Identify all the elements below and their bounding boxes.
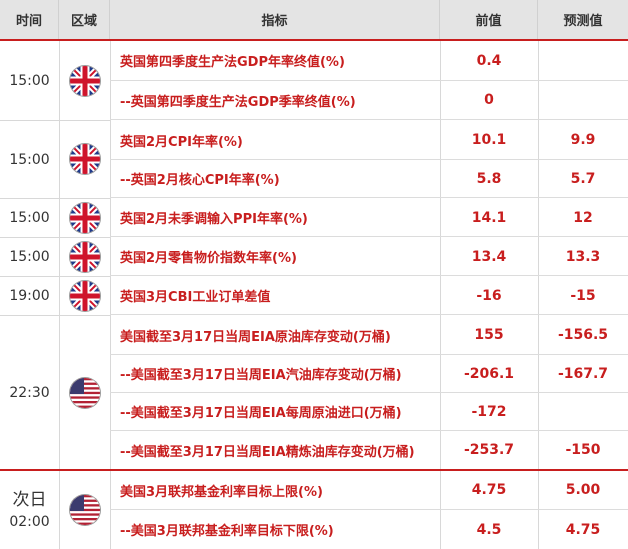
forecast-value: 9.9 bbox=[570, 132, 596, 148]
indicator-name: --美国截至3月17日当周EIA精炼油库存变动(万桶) bbox=[120, 444, 415, 460]
previous-value: 0 bbox=[484, 92, 494, 108]
table-row: 美国截至3月17日当周EIA原油库存变动(万桶) 155 -156.5 bbox=[110, 316, 628, 355]
header-indicator: 指标 bbox=[110, 0, 440, 39]
table-row: --美国截至3月17日当周EIA每周原油进口(万桶) -172 bbox=[110, 393, 628, 431]
previous-value: 4.75 bbox=[471, 482, 507, 498]
forecast-value: -15 bbox=[570, 287, 596, 304]
previous-value: 13.4 bbox=[471, 248, 507, 265]
previous-value: 0.4 bbox=[476, 52, 502, 69]
indicator-name: --美国截至3月17日当周EIA每周原油进口(万桶) bbox=[120, 406, 402, 421]
uk-flag-icon bbox=[70, 66, 100, 96]
forecast-value: 4.75 bbox=[565, 521, 601, 538]
table-row: --美国3月联邦基金利率目标下限(%) 4.5 4.75 bbox=[110, 510, 628, 549]
table-row: --美国截至3月17日当周EIA精炼油库存变动(万桶) -253.7 -150 bbox=[110, 431, 628, 469]
indicator-name: 英国2月零售物价指数年率(%) bbox=[120, 251, 297, 266]
previous-value: -253.7 bbox=[463, 442, 515, 458]
time-value: 02:00 bbox=[9, 514, 50, 530]
forecast-value bbox=[538, 393, 628, 430]
time-cell: 19:00 bbox=[9, 288, 50, 304]
indicator-name: --美国3月联邦基金利率目标下限(%) bbox=[120, 524, 334, 539]
previous-value: -16 bbox=[476, 287, 502, 304]
previous-value: -172 bbox=[471, 403, 507, 420]
indicator-name: 英国2月未季调输入PPI年率(%) bbox=[120, 212, 308, 227]
table-row: 美国3月联邦基金利率目标上限(%) 4.75 5.00 bbox=[110, 471, 628, 510]
table-row: --英国2月核心CPI年率(%) 5.8 5.7 bbox=[110, 160, 628, 198]
table-row: --英国第四季度生产法GDP季率终值(%) 0 bbox=[110, 81, 628, 120]
economic-calendar-table: 时间 区域 指标 前值 预测值 15:00 英国第四季度生产法GDP年率终值(%… bbox=[0, 0, 628, 549]
grid-line bbox=[59, 41, 60, 549]
next-day-label: 次日 bbox=[12, 490, 47, 510]
forecast-value: -156.5 bbox=[557, 327, 609, 343]
indicator-name: 英国3月CBI工业订单差值 bbox=[120, 290, 271, 305]
us-flag-icon bbox=[70, 495, 100, 525]
forecast-value: 5.7 bbox=[570, 170, 596, 187]
time-cell: 次日 02:00 bbox=[0, 471, 59, 549]
forecast-value: -150 bbox=[565, 442, 601, 458]
table-row: 英国第四季度生产法GDP年率终值(%) 0.4 bbox=[110, 41, 628, 81]
uk-flag-icon bbox=[70, 242, 100, 272]
time-cell: 15:00 bbox=[9, 210, 50, 226]
uk-flag-icon bbox=[70, 203, 100, 233]
indicator-name: --美国截至3月17日当周EIA汽油库存变动(万桶) bbox=[120, 368, 402, 383]
table-row: 英国2月零售物价指数年率(%) 13.4 13.3 bbox=[110, 238, 628, 276]
previous-value: 14.1 bbox=[471, 209, 507, 226]
previous-value: 10.1 bbox=[471, 132, 507, 148]
forecast-value: 13.3 bbox=[565, 248, 601, 265]
time-cell: 15:00 bbox=[9, 72, 50, 89]
previous-value: 4.5 bbox=[476, 521, 502, 538]
indicator-name: --英国2月核心CPI年率(%) bbox=[120, 173, 280, 188]
indicator-name: --英国第四季度生产法GDP季率终值(%) bbox=[120, 94, 356, 110]
previous-value: -206.1 bbox=[463, 365, 515, 382]
indicator-name: 英国第四季度生产法GDP年率终值(%) bbox=[120, 55, 345, 70]
header-time: 时间 bbox=[0, 0, 59, 39]
us-flag-icon bbox=[70, 378, 100, 408]
header-region: 区域 bbox=[59, 0, 110, 39]
previous-value: 5.8 bbox=[476, 170, 502, 187]
time-cell: 22:30 bbox=[9, 384, 50, 401]
forecast-value: 12 bbox=[573, 209, 593, 226]
table-row: 英国2月CPI年率(%) 10.1 9.9 bbox=[110, 121, 628, 160]
header-previous: 前值 bbox=[440, 0, 538, 39]
forecast-value: -167.7 bbox=[557, 365, 609, 382]
indicator-name: 英国2月CPI年率(%) bbox=[120, 134, 243, 150]
previous-value: 155 bbox=[474, 327, 504, 343]
time-cell: 15:00 bbox=[9, 151, 50, 168]
indicator-name: 美国3月联邦基金利率目标上限(%) bbox=[120, 484, 323, 500]
forecast-value: 5.00 bbox=[565, 482, 601, 498]
table-row: --美国截至3月17日当周EIA汽油库存变动(万桶) -206.1 -167.7 bbox=[110, 355, 628, 393]
uk-flag-icon bbox=[70, 281, 100, 311]
forecast-value bbox=[538, 81, 628, 119]
indicator-name: 美国截至3月17日当周EIA原油库存变动(万桶) bbox=[120, 329, 391, 345]
uk-flag-icon bbox=[70, 144, 100, 174]
table-row: 英国3月CBI工业订单差值 -16 -15 bbox=[110, 277, 628, 315]
table-row: 英国2月未季调输入PPI年率(%) 14.1 12 bbox=[110, 199, 628, 237]
forecast-value bbox=[538, 41, 628, 80]
time-cell: 15:00 bbox=[9, 249, 50, 265]
header-forecast: 预测值 bbox=[538, 0, 628, 39]
